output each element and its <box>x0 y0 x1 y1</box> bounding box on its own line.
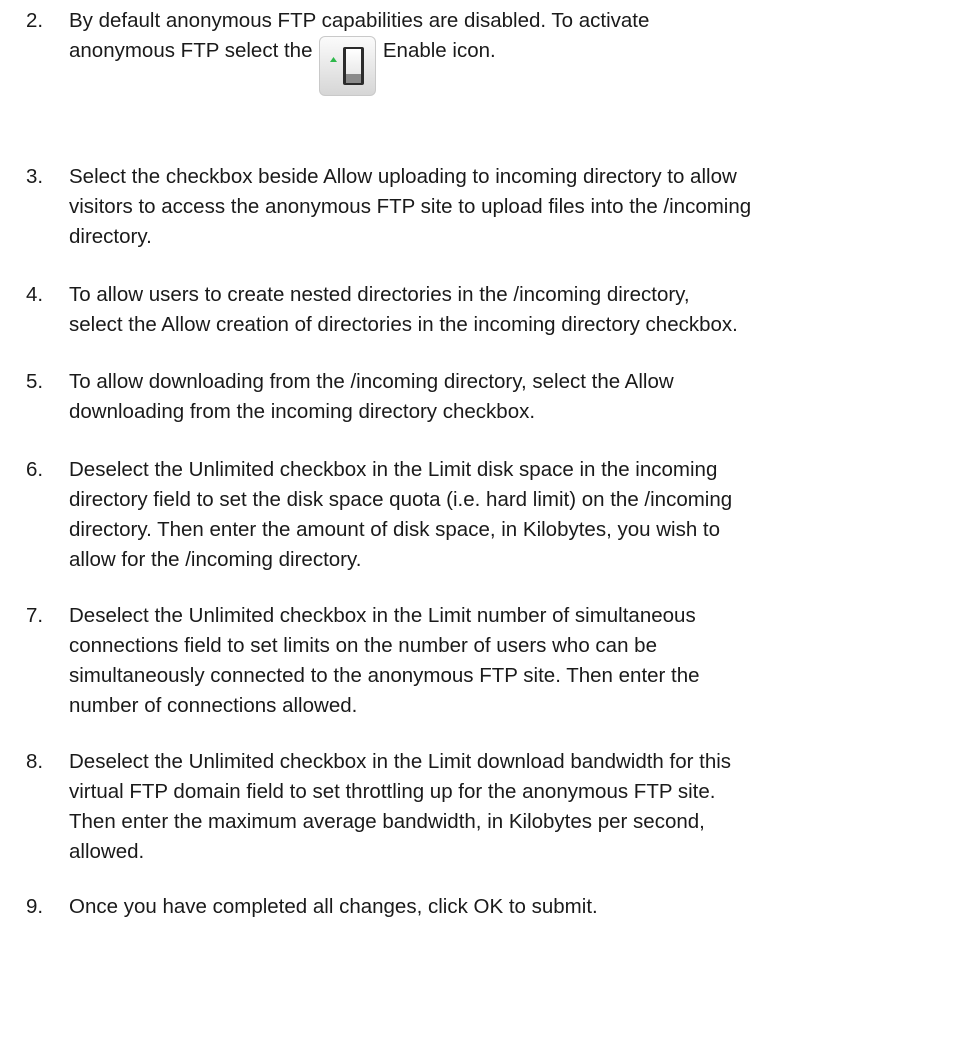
step-line: allowed. <box>69 840 145 863</box>
step-line: select the Allow creation of directories… <box>69 313 738 336</box>
step-line: Deselect the Unlimited checkbox in the L… <box>69 458 718 481</box>
step-line-segment: anonymous FTP select the <box>69 39 313 62</box>
step-text: Deselect the Unlimited checkbox in the L… <box>69 747 962 867</box>
step-line: Once you have completed all changes, cli… <box>69 895 598 918</box>
enable-toggle-icon <box>319 36 377 96</box>
step-line: connections field to set limits on the n… <box>69 634 657 657</box>
step-number: 6. <box>26 458 44 481</box>
step-number: 4. <box>26 283 44 306</box>
instruction-steps-list: 2. By default anonymous FTP capabilities… <box>0 0 962 1044</box>
step-line: Select the checkbox beside Allow uploadi… <box>69 165 737 188</box>
step-text: By default anonymous FTP capabilities ar… <box>69 6 962 96</box>
step-line: directory. <box>69 225 152 248</box>
step-line: Deselect the Unlimited checkbox in the L… <box>69 604 696 627</box>
step-text: Once you have completed all changes, cli… <box>69 892 962 922</box>
step-line: To allow downloading from the /incoming … <box>69 370 674 393</box>
step-number: 9. <box>26 895 44 918</box>
step-line: visitors to access the anonymous FTP sit… <box>69 195 752 218</box>
step-line: downloading from the incoming directory … <box>69 400 536 423</box>
step-number: 3. <box>26 165 44 188</box>
step-number: 2. <box>26 9 44 32</box>
step-number: 7. <box>26 604 44 627</box>
step-line: directory field to set the disk space qu… <box>69 488 733 511</box>
step-text: Deselect the Unlimited checkbox in the L… <box>69 601 962 721</box>
step-line-with-icon: anonymous FTP select the Enable icon. <box>69 36 962 96</box>
step-line: Then enter the maximum average bandwidth… <box>69 810 705 833</box>
step-number: 8. <box>26 750 44 773</box>
step-text: Deselect the Unlimited checkbox in the L… <box>69 455 962 575</box>
step-text: Select the checkbox beside Allow uploadi… <box>69 162 962 252</box>
step-text: To allow downloading from the /incoming … <box>69 367 962 427</box>
step-line: simultaneously connected to the anonymou… <box>69 664 700 687</box>
step-line: allow for the /incoming directory. <box>69 548 362 571</box>
step-number: 5. <box>26 370 44 393</box>
step-line: virtual FTP domain field to set throttli… <box>69 780 716 803</box>
step-text: To allow users to create nested director… <box>69 280 962 340</box>
step-line: To allow users to create nested director… <box>69 283 690 306</box>
step-line: Deselect the Unlimited checkbox in the L… <box>69 750 732 773</box>
step-line: By default anonymous FTP capabilities ar… <box>69 9 650 32</box>
step-line-segment: Enable icon. <box>382 39 496 62</box>
step-line: number of connections allowed. <box>69 694 358 717</box>
step-line: directory. Then enter the amount of disk… <box>69 518 721 541</box>
